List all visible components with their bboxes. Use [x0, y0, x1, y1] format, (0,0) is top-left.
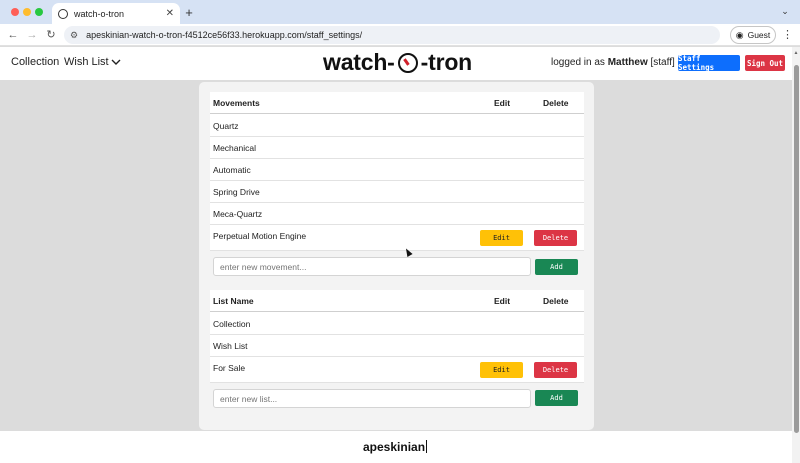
url-host: apeskinian-watch-o-tron-f4512ce56f33.her…: [86, 30, 305, 40]
reload-icon[interactable]: ↻: [44, 28, 58, 42]
text-caret: [426, 440, 428, 453]
add-movement-button[interactable]: Add: [535, 259, 578, 275]
footer-name: apeskinian: [363, 440, 426, 454]
tab-search-chevron-icon[interactable]: ⌄: [778, 6, 792, 18]
logo-text-left: watch-: [323, 49, 395, 75]
list-name: Wish List: [213, 341, 248, 351]
clock-favicon-icon: [58, 8, 68, 19]
table-row: Collection: [210, 313, 584, 335]
browser-tab[interactable]: watch-o-tron ✕: [52, 3, 180, 24]
minimize-window-button[interactable]: [23, 8, 31, 16]
edit-header: Edit: [494, 296, 511, 306]
guest-profile-button[interactable]: ◉ Guest: [730, 26, 776, 44]
forward-arrow-icon[interactable]: →: [25, 28, 39, 42]
movements-table: Movements Edit Delete Quartz Mechanical …: [210, 92, 584, 251]
site-logo[interactable]: watch- -tron: [323, 49, 472, 76]
sign-out-button[interactable]: Sign Out: [745, 55, 785, 71]
edit-movement-button[interactable]: Edit: [480, 230, 523, 246]
movements-header-row: Movements Edit Delete: [210, 92, 584, 114]
table-row: Mechanical: [210, 137, 584, 159]
logged-in-status: logged in as Matthew [staff]: [551, 57, 675, 68]
nav-wish-list[interactable]: Wish List: [64, 56, 109, 68]
close-window-button[interactable]: [11, 8, 19, 16]
edit-list-button[interactable]: Edit: [480, 362, 523, 378]
tab-title: watch-o-tron: [74, 8, 125, 19]
back-arrow-icon[interactable]: ←: [6, 28, 20, 42]
new-movement-input[interactable]: [213, 257, 531, 276]
url-text: apeskinian-watch-o-tron-f4512ce56f33.her…: [86, 30, 362, 40]
scrollbar-thumb[interactable]: [794, 65, 799, 433]
user-role: [staff]: [650, 57, 675, 68]
person-icon: ◉: [735, 29, 744, 40]
footer-text: apeskinian: [363, 440, 428, 454]
edit-header: Edit: [494, 98, 511, 108]
movements-header: Movements: [213, 98, 260, 108]
table-row: Automatic: [210, 159, 584, 181]
delete-header: Delete: [543, 296, 569, 306]
logo-text-right: -tron: [420, 49, 473, 75]
lists-table: List Name Edit Delete Collection Wish Li…: [210, 290, 584, 383]
delete-list-button[interactable]: Delete: [534, 362, 577, 378]
address-bar[interactable]: ⚙ apeskinian-watch-o-tron-f4512ce56f33.h…: [64, 26, 720, 44]
movement-name: Meca-Quartz: [213, 209, 263, 219]
list-name: For Sale: [213, 363, 246, 373]
browser-toolbar: ← → ↻ ⚙ apeskinian-watch-o-tron-f4512ce5…: [0, 24, 800, 46]
clock-logo-icon: [397, 52, 418, 73]
table-row: Wish List: [210, 335, 584, 357]
url-path: /staff_settings/: [304, 30, 363, 40]
guest-label: Guest: [747, 30, 771, 40]
site-settings-icon[interactable]: ⚙: [70, 30, 78, 41]
lists-header-row: List Name Edit Delete: [210, 290, 584, 312]
movement-name: Automatic: [213, 165, 251, 175]
list-name: Collection: [213, 319, 251, 329]
close-tab-icon[interactable]: ✕: [166, 8, 174, 19]
site-header: Collection Wish List watch- -tron logged…: [0, 47, 792, 80]
scroll-up-arrow-icon[interactable]: ▲: [792, 50, 800, 56]
staff-settings-button[interactable]: Staff Settings: [678, 54, 740, 72]
menu-kebab-icon[interactable]: ⋮: [782, 28, 793, 41]
movement-name: Spring Drive: [213, 187, 260, 197]
delete-header: Delete: [543, 98, 569, 108]
table-row: Meca-Quartz: [210, 203, 584, 225]
movement-name: Mechanical: [213, 143, 256, 153]
table-row: Spring Drive: [210, 181, 584, 203]
nav-collection[interactable]: Collection: [11, 56, 59, 68]
browser-titlebar: watch-o-tron ✕ + ⌄: [0, 0, 800, 24]
add-list-button[interactable]: Add: [535, 390, 578, 406]
table-row: For Sale Edit Delete: [210, 357, 584, 383]
site-footer: apeskinian: [0, 431, 792, 463]
maximize-window-button[interactable]: [35, 8, 43, 16]
chevron-down-icon[interactable]: [110, 57, 122, 67]
user-name: Matthew: [607, 57, 648, 68]
logged-prefix: logged in as: [551, 57, 605, 68]
table-row: Perpetual Motion Engine Edit Delete: [210, 225, 584, 251]
movement-name: Perpetual Motion Engine: [213, 231, 307, 241]
new-list-input[interactable]: [213, 389, 531, 408]
table-row: Quartz: [210, 115, 584, 137]
new-tab-button[interactable]: +: [182, 5, 196, 20]
delete-movement-button[interactable]: Delete: [534, 230, 577, 246]
movement-name: Quartz: [213, 121, 239, 131]
list-name-header: List Name: [213, 296, 254, 306]
